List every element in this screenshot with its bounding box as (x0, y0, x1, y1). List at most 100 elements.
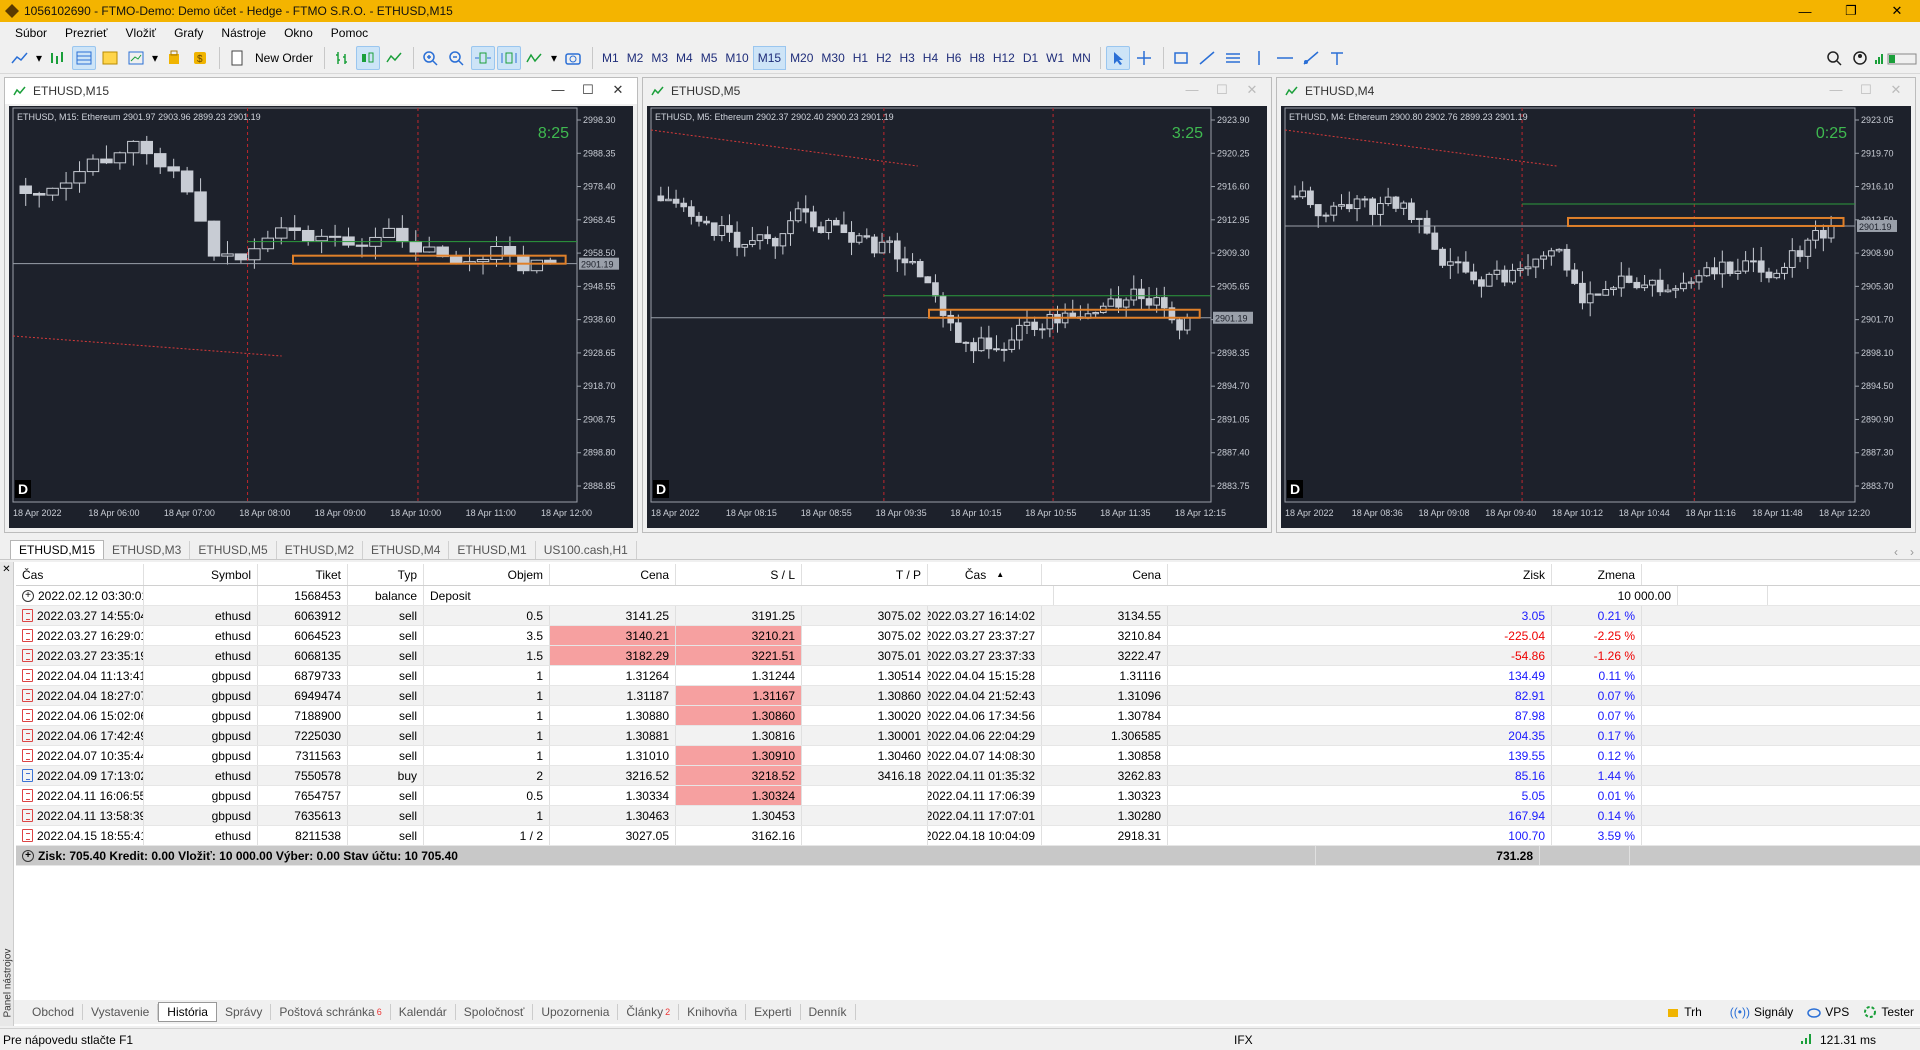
crosshair-icon[interactable] (1132, 46, 1156, 70)
tab-ethusd-m2[interactable]: ETHUSD,M2 (277, 541, 364, 559)
timeframe-h8[interactable]: H8 (965, 46, 988, 70)
tab-ethusd-m1[interactable]: ETHUSD,M1 (449, 541, 536, 559)
navigator-icon[interactable] (72, 46, 96, 70)
cursor-icon[interactable] (1105, 46, 1130, 70)
tabs-scroll-left-icon[interactable]: ‹ (1888, 545, 1904, 559)
timeframe-m10[interactable]: M10 (721, 46, 752, 70)
trend-line-icon[interactable] (1195, 46, 1219, 70)
depth-badge[interactable]: D (18, 481, 28, 497)
table-row-deposit[interactable]: +2022.02.12 03:30:01 1568453 balance Dep… (16, 586, 1920, 606)
timeframe-h1[interactable]: H1 (849, 46, 872, 70)
candlestick-chart[interactable]: 2923.052919.702916.102912.502908.902905.… (1281, 106, 1911, 528)
chart-plot[interactable]: 2923.90 2920.25 2916.60 2912.95 2909.30 2905.… (647, 106, 1267, 528)
auto-scroll-icon[interactable] (471, 46, 496, 70)
channel-tool-icon[interactable] (1221, 46, 1245, 70)
col-header-type[interactable]: Typ (348, 564, 424, 585)
signals-button[interactable]: ((•)) Signály (1716, 1005, 1794, 1019)
new-order-button[interactable]: New Order (251, 46, 317, 70)
col-header-symbol[interactable]: Symbol (144, 564, 258, 585)
close-button[interactable]: ✕ (1874, 0, 1920, 22)
fibonacci-icon[interactable] (1299, 46, 1323, 70)
timeframe-h4[interactable]: H4 (919, 46, 942, 70)
col-header-sl[interactable]: S / L (676, 564, 802, 585)
candlestick-chart-icon[interactable] (356, 46, 381, 70)
zoom-out-icon[interactable] (445, 46, 469, 70)
rectangle-tool-icon[interactable] (1169, 46, 1193, 70)
chevron-down-icon[interactable]: ▾ (150, 46, 160, 70)
tab-articles[interactable]: Články 2 (618, 1004, 680, 1020)
tester-button[interactable]: Tester (1863, 1005, 1914, 1019)
terminal-icon[interactable] (124, 46, 148, 70)
col-header-open-time[interactable]: Čas (16, 564, 144, 585)
market-button[interactable]: Trh (1666, 1005, 1702, 1019)
vertical-line-icon[interactable] (1247, 46, 1271, 70)
market-watch-icon[interactable] (46, 46, 70, 70)
tab-ethusd-m4[interactable]: ETHUSD,M4 (363, 541, 450, 559)
chart-window-titlebar[interactable]: ETHUSD,M4 (1277, 78, 1915, 104)
account-icon[interactable] (1848, 46, 1872, 70)
table-row[interactable]: 2022.04.06 15:02:06 gbpusd 7188900 sell 1 1.3… (16, 706, 1920, 726)
tab-company[interactable]: Spoločnosť (456, 1004, 534, 1020)
table-row[interactable]: 2022.03.27 23:35:19 ethusd 6068135 sell 1.5 3… (16, 646, 1920, 666)
col-header-open-price[interactable]: Cena (550, 564, 676, 585)
chart-plot[interactable]: 2998.30 2988.35 2978.40 2968.45 2958.50 2948.… (9, 106, 633, 528)
timeframe-h12[interactable]: H12 (989, 46, 1019, 70)
chart-window-ethusd-m15[interactable]: ETHUSD,M15 — ☐ ✕ 2998.30 2988.35 2978.40 29… (4, 77, 638, 533)
timeframe-d1[interactable]: D1 (1019, 46, 1042, 70)
table-row[interactable]: 2022.03.27 14:55:04 ethusd 6063912 sell 0.5 3… (16, 606, 1920, 626)
table-row[interactable]: 2022.04.11 16:06:55 gbpusd 7654757 sell 0.5 1… (16, 786, 1920, 806)
tab-ethusd-m5[interactable]: ETHUSD,M5 (190, 541, 277, 559)
panel-close-icon[interactable]: ✕ (0, 564, 13, 575)
tab-ethusd-m15[interactable]: ETHUSD,M15 (10, 540, 105, 559)
tab-news[interactable]: Správy (217, 1004, 272, 1020)
table-row[interactable]: 2022.04.04 11:13:41 gbpusd 6879733 sell 1 1.3… (16, 666, 1920, 686)
bar-chart-icon[interactable] (330, 46, 354, 70)
table-row[interactable]: 2022.04.11 13:58:39 gbpusd 7635613 sell 1 1.3… (16, 806, 1920, 826)
candlestick-chart[interactable]: 2923.90 2920.25 2916.60 2912.95 2909.30 2905.… (647, 106, 1267, 528)
menu-tools[interactable]: Nástroje (212, 26, 275, 40)
vps-button[interactable]: VPS (1807, 1005, 1849, 1019)
menu-help[interactable]: Pomoc (322, 26, 377, 40)
timeframe-m15[interactable]: M15 (752, 46, 787, 70)
table-row[interactable]: 2022.04.06 17:42:49 gbpusd 7225030 sell 1 1.3… (16, 726, 1920, 746)
col-header-volume[interactable]: Objem (424, 564, 550, 585)
strategy-tester-icon[interactable] (162, 46, 186, 70)
timeframe-h2[interactable]: H2 (872, 46, 895, 70)
menu-view[interactable]: Prezrieť (56, 26, 117, 40)
tab-mailbox[interactable]: Poštová schránka 6 (271, 1004, 391, 1020)
timeframe-h6[interactable]: H6 (942, 46, 965, 70)
col-header-tp[interactable]: T / P (802, 564, 928, 585)
timeframe-m5[interactable]: M5 (697, 46, 722, 70)
tab-alerts[interactable]: Upozornenia (533, 1004, 619, 1020)
search-icon[interactable] (1822, 46, 1846, 70)
tab-calendar[interactable]: Kalendár (391, 1004, 456, 1020)
col-header-change[interactable]: Zmena (1552, 564, 1642, 585)
data-window-icon[interactable] (98, 46, 122, 70)
timeframe-w1[interactable]: W1 (1042, 46, 1068, 70)
timeframe-mn[interactable]: MN (1068, 46, 1095, 70)
chevron-down-icon[interactable]: ▾ (34, 46, 44, 70)
table-row[interactable]: 2022.04.09 17:13:02 ethusd 7550578 buy 2 3216… (16, 766, 1920, 786)
col-header-close-price[interactable]: Cena (1042, 564, 1168, 585)
chart-minimize-button[interactable]: — (1821, 82, 1851, 98)
minimize-button[interactable]: — (1782, 0, 1828, 22)
tab-trade[interactable]: Obchod (24, 1004, 84, 1020)
chart-shift-icon[interactable] (497, 46, 522, 70)
chart-plot[interactable]: 2923.05 2919.70 2916.10 2912.50 2908.90 2905.… (1281, 106, 1911, 528)
depth-badge[interactable]: D (656, 481, 666, 497)
chart-window-ethusd-m5[interactable]: ETHUSD,M5 — ☐ ✕ 2923.90 2920.25 2916.60 291… (642, 77, 1272, 533)
line-chart-icon[interactable] (382, 46, 406, 70)
timeframe-h3[interactable]: H3 (895, 46, 918, 70)
col-header-profit[interactable]: Zisk (1168, 564, 1552, 585)
chart-maximize-button[interactable]: ☐ (573, 82, 603, 98)
table-row[interactable]: 2022.04.04 18:27:07 gbpusd 6949474 sell 1 1.3… (16, 686, 1920, 706)
table-row[interactable]: 2022.03.27 16:29:01 ethusd 6064523 sell 3.5 3… (16, 626, 1920, 646)
menu-charts[interactable]: Grafy (165, 26, 212, 40)
timeframe-m2[interactable]: M2 (623, 46, 648, 70)
chart-close-button[interactable]: ✕ (1881, 82, 1911, 98)
timeframe-m3[interactable]: M3 (647, 46, 672, 70)
timeframe-m30[interactable]: M30 (817, 46, 848, 70)
tab-library[interactable]: Knihovňa (679, 1004, 747, 1020)
indicators-icon[interactable] (523, 46, 547, 70)
horizontal-line-icon[interactable] (1273, 46, 1297, 70)
